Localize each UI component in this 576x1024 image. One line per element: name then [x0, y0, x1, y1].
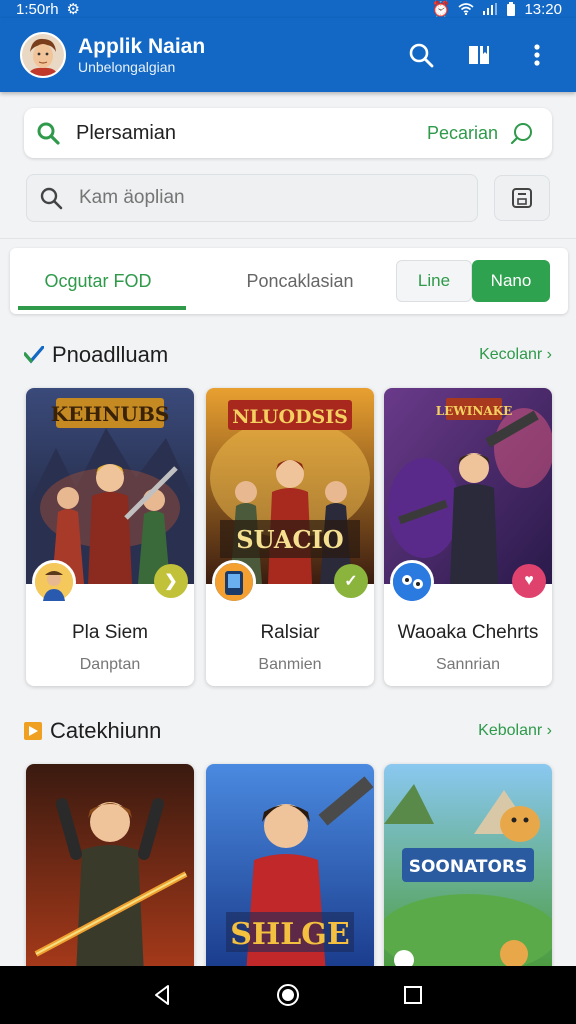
game-name: Ralsiar	[260, 622, 320, 643]
status-bar: 1:50rh ⚙ ⏰ 13:20	[0, 0, 576, 18]
app-title: Applik Naian	[78, 35, 206, 58]
game-subtitle: Banmien	[258, 656, 322, 673]
status-time: 1:50rh	[16, 0, 59, 18]
game-art-banner: SOONATORS	[409, 857, 528, 877]
game-icon	[390, 560, 434, 604]
search-input[interactable]	[79, 187, 459, 209]
recents-button[interactable]	[383, 970, 443, 1020]
segment-nano[interactable]: Nano	[472, 260, 550, 302]
avatar[interactable]	[20, 32, 66, 78]
settings-icon: ⚙	[66, 1, 80, 18]
search-icon	[40, 187, 63, 210]
game-art	[26, 764, 194, 974]
game-art: SOONATORS	[384, 764, 552, 974]
tab-bar: Ocgutar FOD Poncaklasian Line Nano	[10, 248, 568, 314]
game-badge[interactable]: ♥	[512, 564, 546, 598]
game-subtitle: Danptan	[79, 656, 141, 673]
segment-line[interactable]: Line	[396, 260, 472, 302]
section-header-1: Pnoadlluam Kecolanr ›	[24, 340, 552, 370]
more-options-button[interactable]	[512, 30, 562, 80]
game-card[interactable]	[26, 764, 194, 974]
battery-icon	[507, 2, 516, 16]
status-clock: 13:20	[524, 0, 562, 18]
game-badge[interactable]: ✓	[334, 564, 368, 598]
filter-card[interactable]: Plersamian Pecarian	[24, 108, 552, 158]
bookmark-icon	[469, 46, 489, 64]
tab-search[interactable]: Poncaklasian	[200, 248, 400, 314]
game-art-banner: SHLGE	[230, 917, 350, 952]
home-button[interactable]	[258, 970, 318, 1020]
back-icon	[154, 985, 169, 1005]
wifi-icon	[458, 3, 474, 15]
filter-label: Plersamian	[76, 121, 177, 144]
game-name: Waoaka Chehrts	[397, 622, 539, 643]
recents-icon	[404, 986, 423, 1004]
game-card[interactable]: KEHNUBS ❯ Pla Siem Danptan	[26, 388, 194, 686]
game-subtitle: Sannrian	[435, 656, 501, 673]
tab-popular[interactable]: Ocgutar FOD	[10, 248, 186, 314]
save-icon	[512, 188, 532, 208]
app-bar: Applik Naian Unbelongalgian	[0, 18, 576, 92]
game-art: NLUODSIS SUACIO	[206, 388, 374, 584]
app-subtitle: Unbelongalgian	[78, 59, 176, 75]
game-art-title: NLUODSIS	[232, 406, 348, 428]
game-badge[interactable]: ❯	[154, 564, 188, 598]
game-art: LEWINAKE	[384, 388, 552, 584]
game-name: Pla Siem	[71, 622, 149, 643]
search-button[interactable]	[396, 30, 446, 80]
game-icon	[212, 560, 256, 604]
bookmark-button[interactable]	[454, 30, 504, 80]
divider	[0, 238, 576, 239]
game-card[interactable]: LEWINAKE ♥ Waoaka Chehrts Sannrian	[384, 388, 552, 686]
game-card[interactable]: NLUODSIS SUACIO ✓ Ralsiar Banmien	[206, 388, 374, 686]
section-title-2: Catekhiunn	[50, 718, 162, 743]
search-field[interactable]	[26, 174, 478, 222]
chat-search-icon[interactable]	[510, 121, 534, 145]
section-more-1[interactable]: Kecolanr ›	[479, 346, 552, 364]
search-icon	[409, 43, 434, 68]
save-search-button[interactable]	[494, 175, 550, 221]
back-button[interactable]	[133, 970, 193, 1020]
system-nav-bar	[0, 966, 576, 1024]
check-icon	[24, 346, 44, 364]
game-art: SHLGE	[206, 764, 374, 974]
game-card[interactable]: SHLGE	[206, 764, 374, 974]
game-art-banner: SUACIO	[236, 525, 343, 554]
section-more-2[interactable]: Kebolanr ›	[478, 722, 552, 740]
more-vert-icon	[534, 44, 540, 66]
play-icon	[24, 722, 42, 740]
game-art-title: KEHNUBS	[51, 402, 170, 426]
home-icon	[276, 984, 299, 1006]
game-icon	[32, 560, 76, 604]
game-card[interactable]: SOONATORS	[384, 764, 552, 974]
search-icon	[37, 122, 60, 145]
filter-action[interactable]: Pecarian	[427, 123, 498, 144]
section-header-2: Catekhiunn Kebolanr ›	[24, 716, 552, 746]
alarm-icon: ⏰	[431, 1, 451, 18]
section-title-1: Pnoadlluam	[52, 342, 169, 367]
game-art: KEHNUBS	[26, 388, 194, 584]
signal-icon	[483, 3, 498, 15]
game-art-title: LEWINAKE	[436, 404, 513, 418]
